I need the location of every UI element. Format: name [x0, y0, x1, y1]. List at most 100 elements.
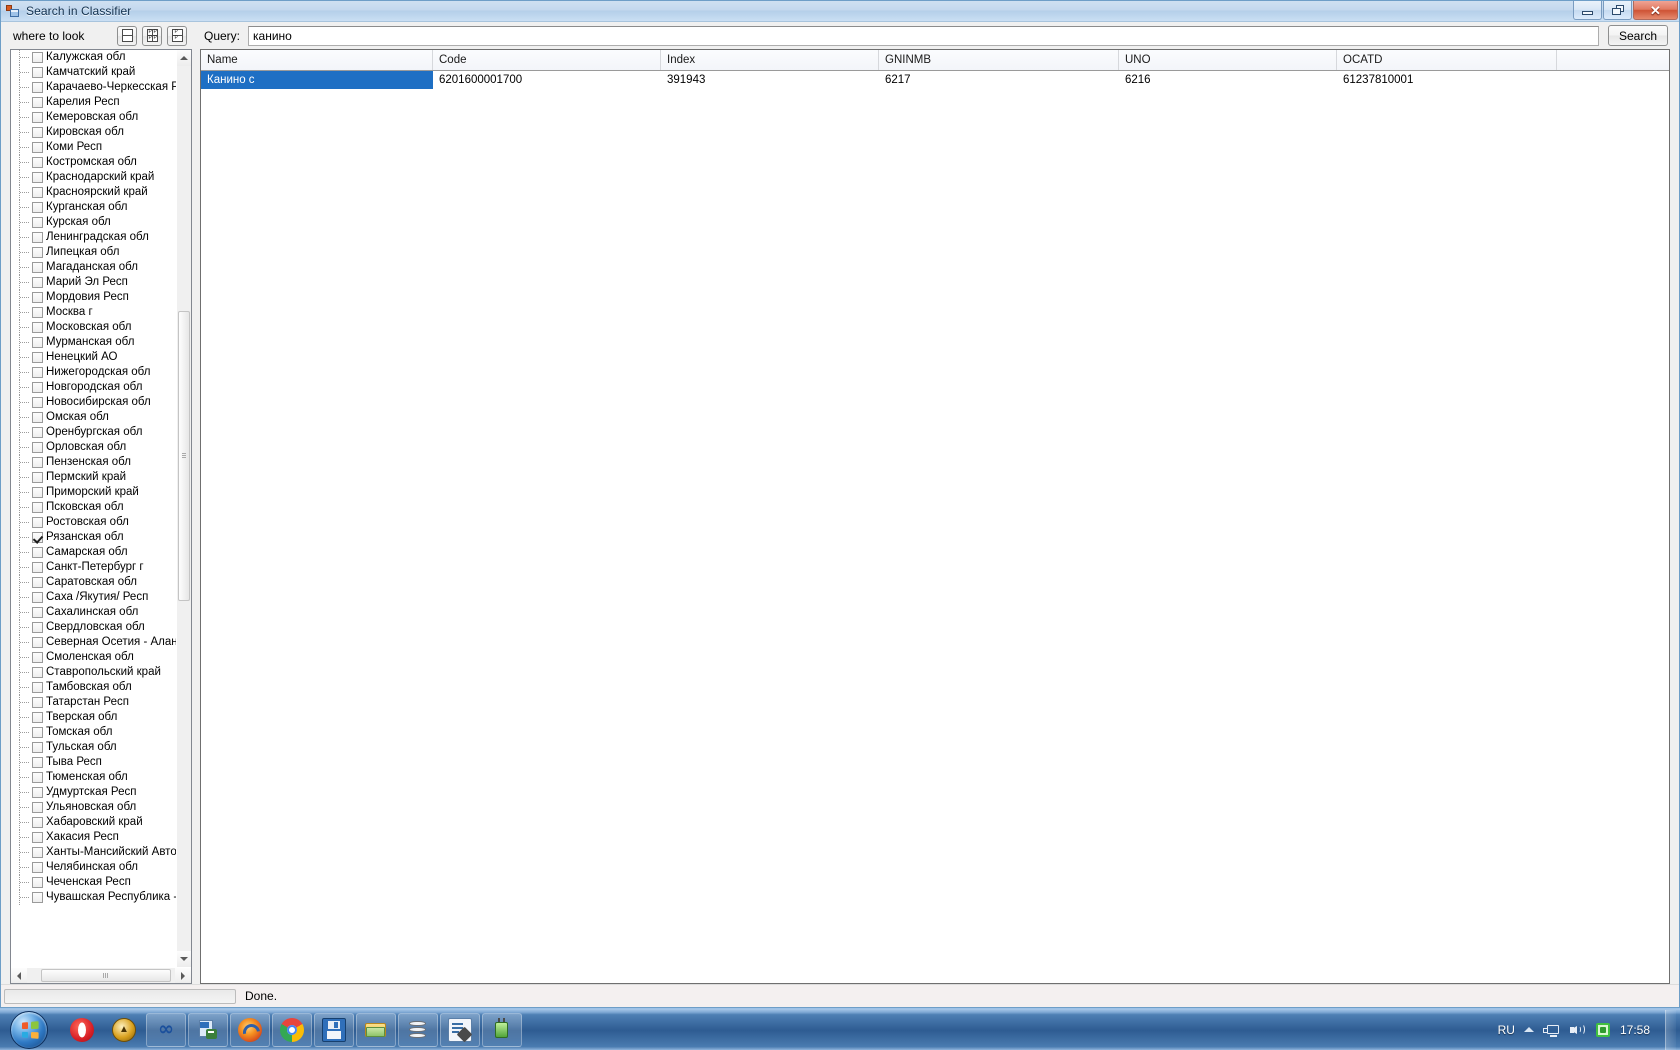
tree-item[interactable]: Омская обл: [15, 410, 176, 425]
tree-checkbox[interactable]: [32, 577, 43, 588]
tree-checkbox-checked[interactable]: [32, 532, 43, 543]
taskbar-clock[interactable]: 17:58: [1620, 1023, 1650, 1037]
tree-item[interactable]: Хакасия Респ: [15, 830, 176, 845]
search-button[interactable]: Search: [1608, 25, 1668, 46]
table-row[interactable]: Канино с 6201600001700 391943 6217 6216 61237…: [201, 71, 1669, 89]
tree-item[interactable]: Чеченская Респ: [15, 875, 176, 890]
tree-item[interactable]: Красноярский край: [15, 185, 176, 200]
tree-checkbox[interactable]: [32, 382, 43, 393]
tree-checkbox[interactable]: [32, 412, 43, 423]
network-icon[interactable]: [1542, 1022, 1560, 1037]
column-header-name[interactable]: Name: [201, 50, 433, 70]
tree-item[interactable]: Приморский край: [15, 485, 176, 500]
taskbar-doc-app[interactable]: [188, 1012, 228, 1047]
tree-item[interactable]: Свердловская обл: [15, 620, 176, 635]
tree-item[interactable]: Москва г: [15, 305, 176, 320]
taskbar-save-app[interactable]: [314, 1012, 354, 1047]
tree-item[interactable]: Ставропольский край: [15, 665, 176, 680]
layout-two-pane-icon[interactable]: Р Р: [167, 25, 187, 46]
tree-item[interactable]: Курганская обл: [15, 200, 176, 215]
tree-checkbox[interactable]: [32, 652, 43, 663]
tree-item[interactable]: Челябинская обл: [15, 860, 176, 875]
tree-checkbox[interactable]: [32, 607, 43, 618]
tree-checkbox[interactable]: [32, 157, 43, 168]
tree-checkbox[interactable]: [32, 187, 43, 198]
scroll-up-button[interactable]: [177, 50, 191, 66]
tree-item[interactable]: Татарстан Респ: [15, 695, 176, 710]
tree-item[interactable]: Новосибирская обл: [15, 395, 176, 410]
layout-single-column-icon[interactable]: [117, 25, 137, 46]
tree-checkbox[interactable]: [32, 397, 43, 408]
green-status-icon[interactable]: [1595, 1022, 1611, 1038]
tree-item[interactable]: Саратовская обл: [15, 575, 176, 590]
scroll-right-button[interactable]: [175, 968, 191, 983]
tree-checkbox[interactable]: [32, 217, 43, 228]
tree-checkbox[interactable]: [32, 352, 43, 363]
tree-item[interactable]: Пермский край: [15, 470, 176, 485]
tree-item[interactable]: Ростовская обл: [15, 515, 176, 530]
tree-item[interactable]: Камчатский край: [15, 65, 176, 80]
tree-checkbox[interactable]: [32, 97, 43, 108]
tree-checkbox[interactable]: [32, 712, 43, 723]
column-header-uno[interactable]: UNO: [1119, 50, 1337, 70]
tree-item[interactable]: Магаданская обл: [15, 260, 176, 275]
taskbar-explorer[interactable]: [356, 1012, 396, 1047]
tree-checkbox[interactable]: [32, 82, 43, 93]
taskbar-opera[interactable]: [62, 1013, 102, 1047]
tree-checkbox[interactable]: [32, 247, 43, 258]
tree-item[interactable]: Ленинградская обл: [15, 230, 176, 245]
tree-checkbox[interactable]: [32, 457, 43, 468]
tree-checkbox[interactable]: [32, 547, 43, 558]
vertical-scroll-track[interactable]: [177, 66, 191, 951]
tree-vertical-scrollbar[interactable]: [176, 50, 191, 967]
tree-checkbox[interactable]: [32, 487, 43, 498]
tree-item[interactable]: Пензенская обл: [15, 455, 176, 470]
speaker-icon[interactable]: [1569, 1022, 1586, 1037]
close-button[interactable]: ✕: [1633, 1, 1678, 20]
tree-item[interactable]: Тамбовская обл: [15, 680, 176, 695]
tree-checkbox[interactable]: [32, 772, 43, 783]
tree-checkbox[interactable]: [32, 307, 43, 318]
tree-item[interactable]: Карелия Респ: [15, 95, 176, 110]
tree-item[interactable]: Северная Осетия - Алани: [15, 635, 176, 650]
column-header-ocatd[interactable]: OCATD: [1337, 50, 1557, 70]
tree-checkbox[interactable]: [32, 682, 43, 693]
tree-item[interactable]: Хабаровский край: [15, 815, 176, 830]
tree-checkbox[interactable]: [32, 172, 43, 183]
tree-checkbox[interactable]: [32, 817, 43, 828]
tree-checkbox[interactable]: [32, 277, 43, 288]
vertical-scroll-thumb[interactable]: [178, 311, 190, 601]
tree-item[interactable]: Тульская обл: [15, 740, 176, 755]
tree-checkbox[interactable]: [32, 337, 43, 348]
tree-checkbox[interactable]: [32, 322, 43, 333]
tree-item[interactable]: Сахалинская обл: [15, 605, 176, 620]
tree-item[interactable]: Московская обл: [15, 320, 176, 335]
tree-item[interactable]: Калужская обл: [15, 50, 176, 65]
column-header-gninmb[interactable]: GNINMB: [879, 50, 1119, 70]
tree-item[interactable]: Краснодарский край: [15, 170, 176, 185]
tree-item[interactable]: Ульяновская обл: [15, 800, 176, 815]
tree-item[interactable]: Тыва Респ: [15, 755, 176, 770]
tree-item[interactable]: Коми Респ: [15, 140, 176, 155]
show-desktop-button[interactable]: [1665, 1009, 1676, 1050]
tree-checkbox[interactable]: [32, 67, 43, 78]
tree-checkbox[interactable]: [32, 742, 43, 753]
tree-checkbox[interactable]: [32, 802, 43, 813]
tree-item[interactable]: Санкт-Петербург г: [15, 560, 176, 575]
tree-checkbox[interactable]: [32, 472, 43, 483]
restore-button[interactable]: [1603, 1, 1632, 20]
tree-checkbox[interactable]: [32, 562, 43, 573]
tree-checkbox[interactable]: [32, 262, 43, 273]
tree-checkbox[interactable]: [32, 427, 43, 438]
tree-item[interactable]: Томская обл: [15, 725, 176, 740]
tree-checkbox[interactable]: [32, 232, 43, 243]
scroll-left-button[interactable]: [11, 968, 27, 983]
tree-item[interactable]: Орловская обл: [15, 440, 176, 455]
taskbar-amber-app[interactable]: [104, 1013, 144, 1047]
tree-checkbox[interactable]: [32, 442, 43, 453]
tree-checkbox[interactable]: [32, 592, 43, 603]
tree-checkbox[interactable]: [32, 112, 43, 123]
taskbar-chrome[interactable]: [272, 1012, 312, 1047]
tree-checkbox[interactable]: [32, 367, 43, 378]
horizontal-scroll-track[interactable]: [27, 968, 175, 983]
